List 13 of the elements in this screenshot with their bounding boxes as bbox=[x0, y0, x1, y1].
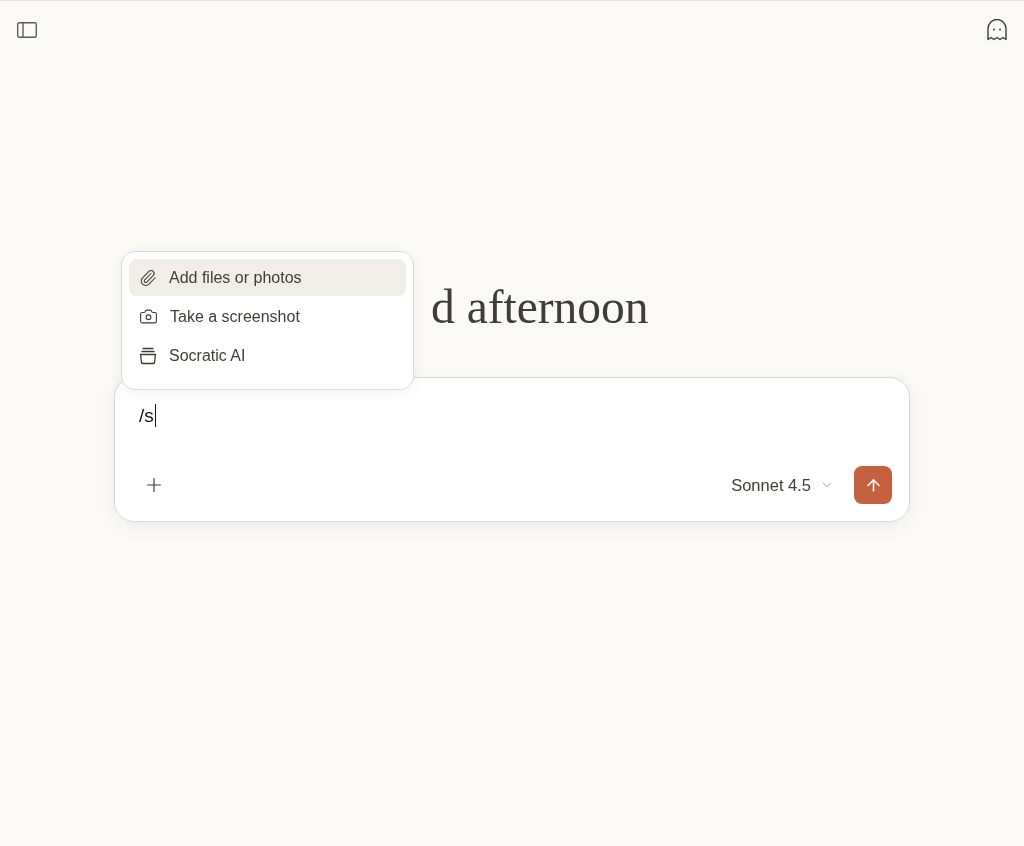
send-button[interactable] bbox=[854, 466, 892, 504]
ghost-icon bbox=[986, 18, 1008, 41]
paperclip-icon bbox=[139, 268, 157, 287]
message-input[interactable]: /s bbox=[137, 404, 892, 466]
text-cursor-icon bbox=[154, 404, 157, 427]
model-selector[interactable]: Sonnet 4.5 bbox=[727, 468, 838, 502]
menu-item[interactable]: Add files or photos bbox=[129, 259, 406, 296]
stack-icon bbox=[139, 346, 157, 365]
menu-item[interactable]: Take a screenshot bbox=[129, 298, 406, 335]
greeting-heading: d afternoon bbox=[431, 280, 649, 335]
sidebar-toggle-icon bbox=[17, 21, 37, 38]
camera-icon bbox=[139, 307, 158, 326]
menu-item[interactable]: Socratic AI bbox=[129, 337, 406, 374]
